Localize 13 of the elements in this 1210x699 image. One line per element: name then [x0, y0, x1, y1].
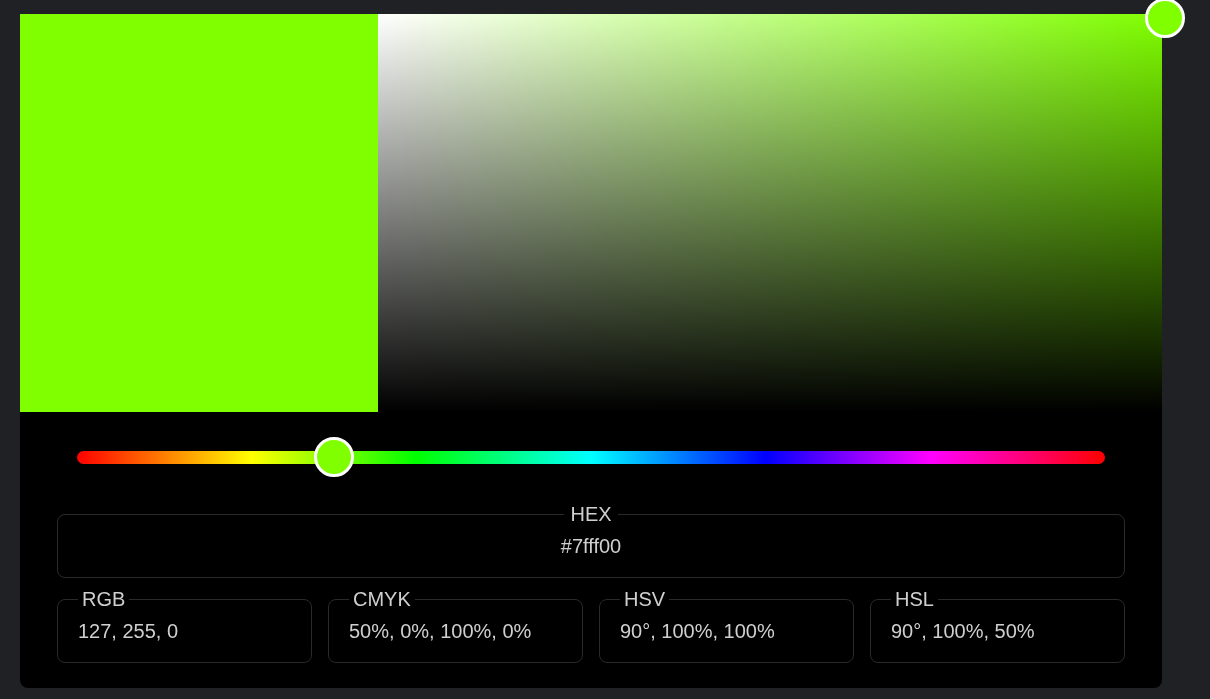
- field-value: 90°, 100%, 100%: [620, 619, 776, 644]
- hue-slider[interactable]: [77, 437, 1105, 477]
- field-value: #7fff00: [559, 534, 623, 559]
- field-value: 90°, 100%, 50%: [891, 619, 1036, 644]
- field-label: HSV: [623, 587, 667, 612]
- field-value: 50%, 0%, 100%, 0%: [349, 619, 533, 644]
- hue-slider-thumb[interactable]: [314, 437, 354, 477]
- field-value: 127, 255, 0: [78, 619, 180, 644]
- field-label: HEX: [569, 502, 613, 527]
- saturation-thumb[interactable]: [1145, 0, 1185, 38]
- field-label: HSL: [894, 587, 935, 612]
- field-label: CMYK: [352, 587, 412, 612]
- field-label: RGB: [81, 587, 127, 612]
